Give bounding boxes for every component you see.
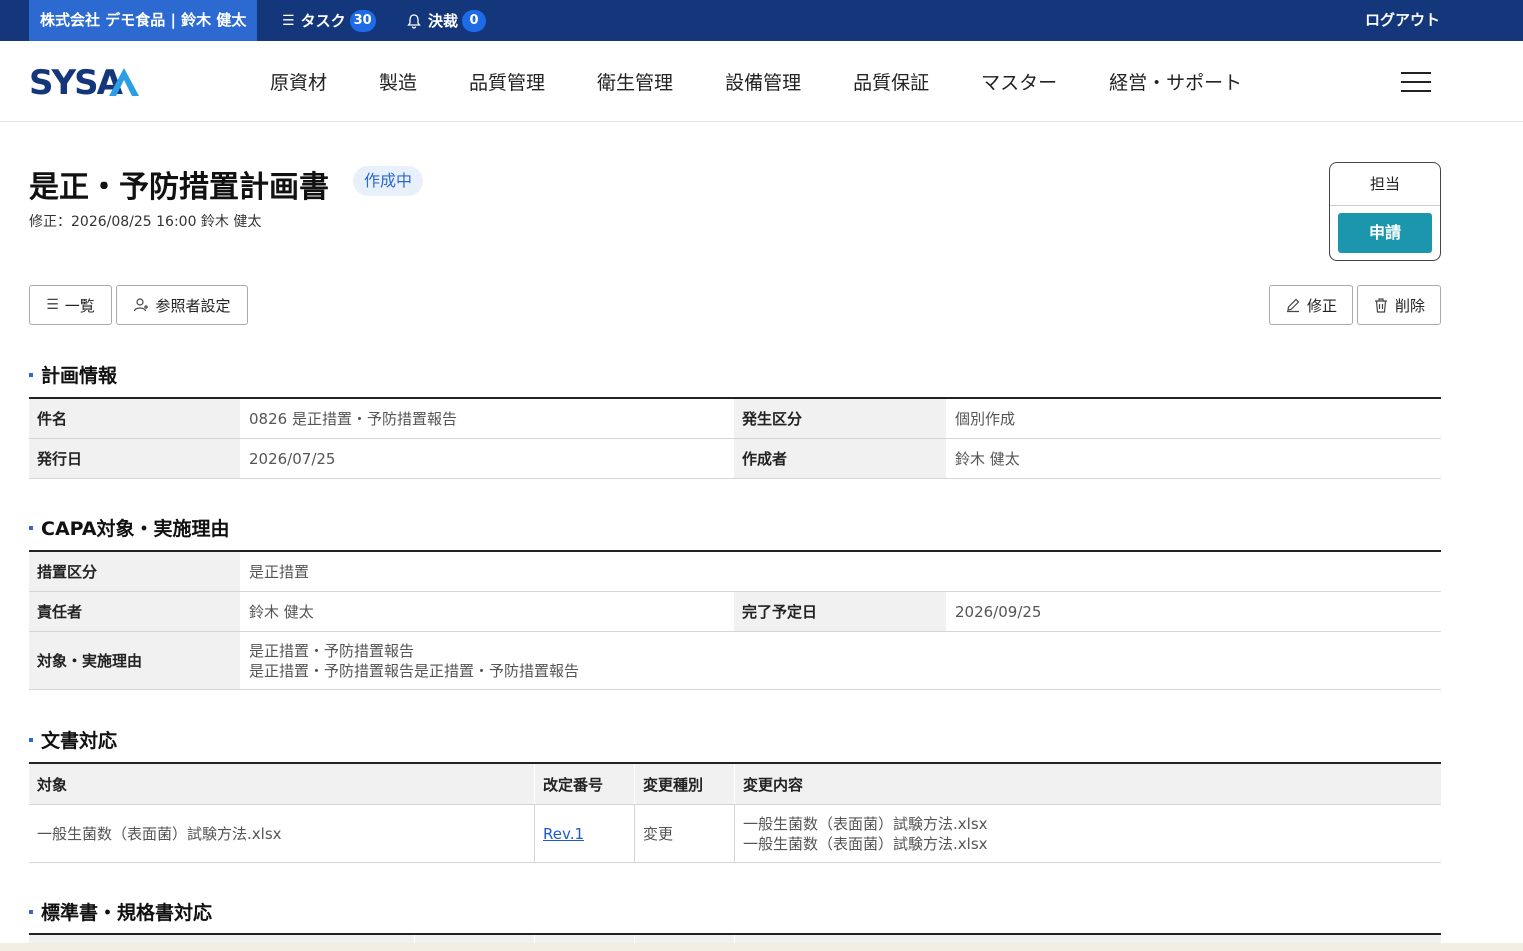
nav-manufacturing[interactable]: 製造 <box>379 68 417 95</box>
author-label: 作成者 <box>734 439 946 478</box>
logout-link[interactable]: ログアウト <box>1365 0 1440 41</box>
due-date-value: 2026/09/25 <box>955 602 1042 621</box>
nav-hygiene[interactable]: 衛生管理 <box>597 68 673 95</box>
delete-button-label: 削除 <box>1394 296 1425 315</box>
table-row: 措置区分 是正措置 <box>29 552 1441 592</box>
change-line: 一般生菌数（表面菌）試験方法.xlsx <box>743 834 988 853</box>
reason-line: 是正措置・予防措置報告 <box>249 641 415 660</box>
approval-link[interactable]: 決裁 0 <box>406 0 487 41</box>
issue-date-label: 発行日 <box>29 439 240 478</box>
reason-label: 対象・実施理由 <box>29 632 240 689</box>
edit-button-label: 修正 <box>1306 296 1337 315</box>
logo-text: SYSA <box>29 66 124 98</box>
main-header: SYSA 原資材 製造 品質管理 衛生管理 設備管理 品質保証 マスター 経営・… <box>0 41 1523 122</box>
viewer-settings-label: 参照者設定 <box>155 296 231 315</box>
task-count-badge: 30 <box>349 9 376 32</box>
nav-raw-materials[interactable]: 原資材 <box>270 68 327 95</box>
modified-info: 修正：2026/08/25 16:00 鈴木 健太 <box>29 214 262 230</box>
table-row: 責任者 鈴木 健太 完了予定日 2026/09/25 <box>29 592 1441 632</box>
documents-table: 対象 改定番号 変更種別 変更内容 一般生菌数（表面菌）試験方法.xlsx Re… <box>29 762 1441 863</box>
edit-button[interactable]: 修正 <box>1269 285 1353 325</box>
change-content: 一般生菌数（表面菌）試験方法.xlsx 一般生菌数（表面菌）試験方法.xlsx <box>735 805 1441 862</box>
subject-label: 件名 <box>29 399 240 438</box>
nav-master[interactable]: マスター <box>981 68 1057 95</box>
nav-management-support[interactable]: 経営・サポート <box>1109 68 1242 95</box>
nav-equipment[interactable]: 設備管理 <box>725 68 801 95</box>
change-line: 一般生菌数（表面菌）試験方法.xlsx <box>743 814 988 833</box>
list-icon: ☰ <box>282 12 295 29</box>
origin-label: 発生区分 <box>734 399 946 438</box>
trash-icon <box>1374 298 1387 313</box>
status-badge: 作成中 <box>353 166 424 196</box>
subject-value: 0826 是正措置・予防措置報告 <box>249 410 457 428</box>
measure-type-label: 措置区分 <box>29 552 240 591</box>
due-date-label: 完了予定日 <box>734 592 946 631</box>
author-value: 鈴木 健太 <box>955 450 1020 468</box>
table-row: 対象・実施理由 是正措置・予防措置報告 是正措置・予防措置報告是正措置・予防措置… <box>29 632 1441 690</box>
nav-quality-control[interactable]: 品質管理 <box>469 68 545 95</box>
bottom-strip <box>0 943 1523 951</box>
table-header-row: 対象 改定番号 変更種別 変更内容 <box>29 764 1441 805</box>
approval-count-badge: 0 <box>462 9 487 32</box>
approval-box: 担当 申請 <box>1329 162 1441 261</box>
issue-date-value: 2026/07/25 <box>249 449 336 468</box>
top-bar: 株式会社 デモ食品 | 鈴木 健太 ☰ タスク 30 決裁 0 ログアウト <box>0 0 1523 41</box>
section-title-capa: CAPA対象・実施理由 <box>29 514 230 541</box>
sysa-logo[interactable]: SYSA <box>29 66 144 98</box>
list-button-label: 一覧 <box>64 296 95 315</box>
section-title-plan-info: 計画情報 <box>29 361 117 388</box>
capa-table: 措置区分 是正措置 責任者 鈴木 健太 完了予定日 2026/09/25 対象・… <box>29 550 1441 690</box>
company-user-label: 株式会社 デモ食品 | 鈴木 健太 <box>29 0 257 41</box>
column-header: 変更種別 <box>635 764 735 804</box>
task-link[interactable]: ☰ タスク 30 <box>282 0 376 41</box>
approval-label: 決裁 <box>428 12 459 30</box>
reason-line: 是正措置・予防措置報告是正措置・予防措置報告 <box>249 661 580 680</box>
apply-button[interactable]: 申請 <box>1338 213 1432 253</box>
revision-cell: Rev.1 <box>535 805 635 862</box>
measure-type-value: 是正措置 <box>249 563 310 581</box>
page-title: 是正・予防措置計画書 <box>29 170 329 205</box>
change-type: 変更 <box>635 805 735 862</box>
document-target: 一般生菌数（表面菌）試験方法.xlsx <box>29 805 535 862</box>
add-user-icon <box>134 298 149 312</box>
main-nav: 原資材 製造 品質管理 衛生管理 設備管理 品質保証 マスター 経営・サポート <box>270 41 1294 122</box>
delete-button[interactable]: 削除 <box>1357 285 1441 325</box>
table-row: 一般生菌数（表面菌）試験方法.xlsx Rev.1 変更 一般生菌数（表面菌）試… <box>29 805 1441 863</box>
approval-role: 担当 <box>1330 163 1440 206</box>
list-button[interactable]: ☰ 一覧 <box>29 285 112 325</box>
pencil-icon <box>1286 298 1300 313</box>
section-title-documents: 文書対応 <box>29 726 117 753</box>
column-header: 改定番号 <box>535 764 635 804</box>
table-row: 発行日 2026/07/25 作成者 鈴木 健太 <box>29 439 1441 479</box>
list-icon: ☰ <box>46 297 59 313</box>
section-title-standards: 標準書・規格書対応 <box>29 898 212 925</box>
column-header: 対象 <box>29 764 535 804</box>
nav-quality-assurance[interactable]: 品質保証 <box>853 68 929 95</box>
owner-label: 責任者 <box>29 592 240 631</box>
task-label: タスク <box>300 12 346 30</box>
column-header: 変更内容 <box>735 764 1441 804</box>
reason-value: 是正措置・予防措置報告 是正措置・予防措置報告是正措置・予防措置報告 <box>240 632 1441 689</box>
plan-info-table: 件名 0826 是正措置・予防措置報告 発生区分 個別作成 発行日 2026/0… <box>29 397 1441 479</box>
owner-value: 鈴木 健太 <box>249 603 314 621</box>
viewer-settings-button[interactable]: 参照者設定 <box>116 285 248 325</box>
origin-value: 個別作成 <box>955 410 1016 428</box>
table-row: 件名 0826 是正措置・予防措置報告 発生区分 個別作成 <box>29 399 1441 439</box>
revision-link[interactable]: Rev.1 <box>543 825 584 843</box>
hamburger-menu-icon[interactable] <box>1401 72 1431 92</box>
bell-icon <box>407 13 421 29</box>
